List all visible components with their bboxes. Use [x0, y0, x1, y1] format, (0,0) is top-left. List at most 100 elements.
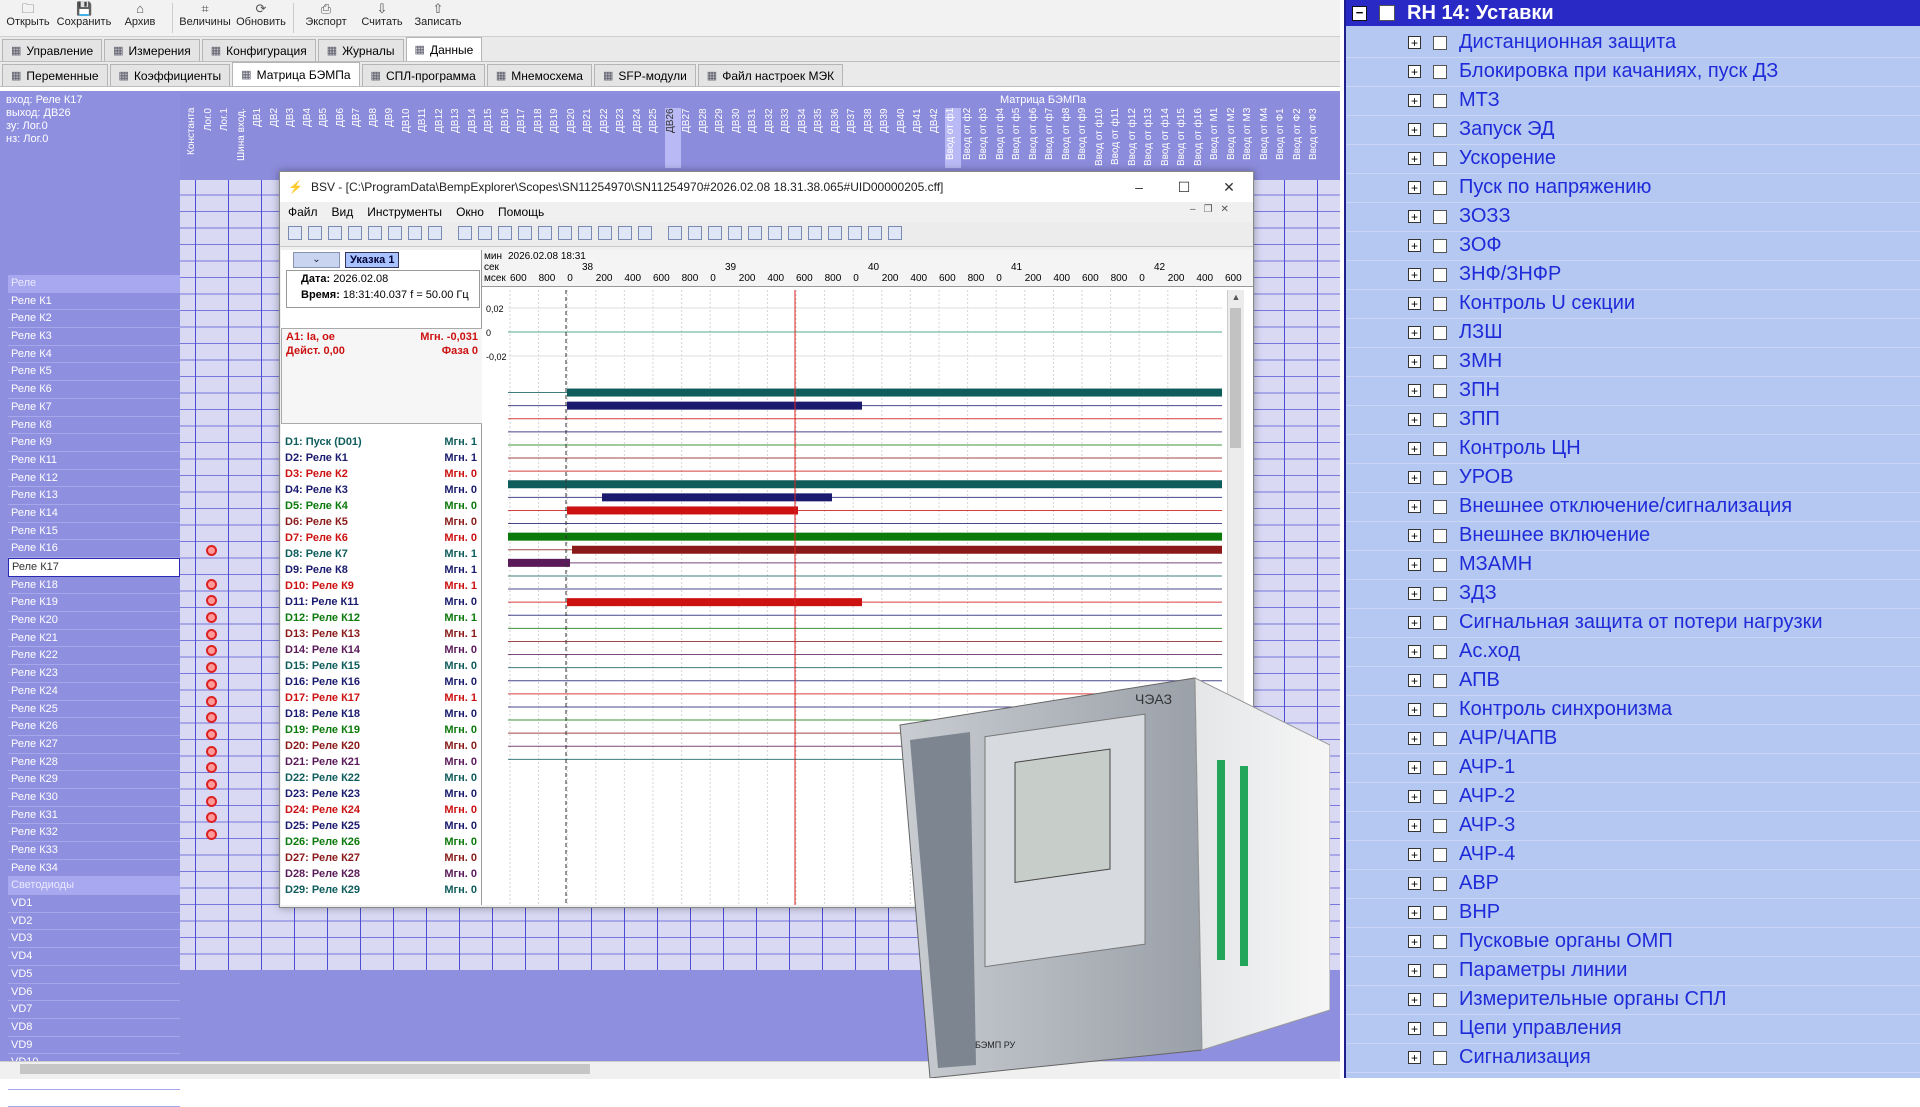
- expand-icon[interactable]: +: [1408, 616, 1421, 629]
- matrix-connection-dot[interactable]: [206, 678, 217, 690]
- horizontal-scrollbar-thumb[interactable]: [20, 1064, 590, 1074]
- toolbar-button-1[interactable]: 💾 Сохранить: [56, 0, 112, 36]
- bsv-tool-icon[interactable]: [308, 226, 322, 240]
- tree-item[interactable]: + АЧР-3: [1346, 811, 1920, 841]
- matrix-column-label[interactable]: ДВ30: [731, 108, 747, 168]
- bsv-tool-icon[interactable]: [748, 226, 762, 240]
- matrix-column-label[interactable]: Константа: [186, 108, 202, 168]
- matrix-row-label[interactable]: Реле: [8, 275, 180, 293]
- bsv-tool-icon[interactable]: [348, 226, 362, 240]
- expand-icon[interactable]: +: [1408, 587, 1421, 600]
- matrix-column-label[interactable]: ДВ12: [434, 108, 450, 168]
- digital-channel-row[interactable]: D17: Реле К17 Мгн. 1: [281, 690, 481, 706]
- vertical-scrollbar-thumb[interactable]: [1230, 308, 1241, 448]
- matrix-row-label[interactable]: VD8: [8, 1019, 180, 1037]
- matrix-row-label[interactable]: VD4: [8, 948, 180, 966]
- matrix-column-label[interactable]: Ввод от ф9: [1077, 108, 1093, 168]
- tree-item[interactable]: + УРОВ: [1346, 463, 1920, 493]
- digital-channel-row[interactable]: D6: Реле К5 Мгн. 0: [281, 514, 481, 530]
- bsv-tool-icon[interactable]: [868, 226, 882, 240]
- toolbar-button-0[interactable]: 🗀 Открыть: [0, 0, 56, 36]
- tree-item[interactable]: + Ас.ход: [1346, 637, 1920, 667]
- digital-channel-row[interactable]: D1: Пуск (D01) Мгн. 1: [281, 434, 481, 450]
- matrix-column-label[interactable]: Ввод от ф15: [1176, 108, 1192, 168]
- tree-item-checkbox[interactable]: [1433, 412, 1447, 427]
- tree-item[interactable]: + АЧР-2: [1346, 782, 1920, 812]
- matrix-column-label[interactable]: ДВ37: [846, 108, 862, 168]
- bsv-tool-icon[interactable]: [788, 226, 802, 240]
- matrix-connection-dot[interactable]: [206, 695, 217, 707]
- matrix-column-label[interactable]: ДВ29: [714, 108, 730, 168]
- matrix-column-label[interactable]: Ввод от ф6: [1028, 108, 1044, 168]
- expand-icon[interactable]: +: [1408, 326, 1421, 339]
- bsv-tool-icon[interactable]: [848, 226, 862, 240]
- tree-item[interactable]: + АЧР-1: [1346, 753, 1920, 783]
- bsv-tool-icon[interactable]: [538, 226, 552, 240]
- digital-channel-row[interactable]: D22: Реле К22 Мгн. 0: [281, 770, 481, 786]
- bsv-tool-icon[interactable]: [708, 226, 722, 240]
- expand-icon[interactable]: +: [1408, 790, 1421, 803]
- matrix-column-label[interactable]: ДВ35: [813, 108, 829, 168]
- bsv-tool-icon[interactable]: [458, 226, 472, 240]
- tree-item[interactable]: + Контроль U секции: [1346, 289, 1920, 319]
- matrix-column-label[interactable]: ДВ16: [500, 108, 516, 168]
- digital-channel-row[interactable]: D7: Реле К6 Мгн. 0: [281, 530, 481, 546]
- tree-item-checkbox[interactable]: [1433, 615, 1447, 630]
- digital-channel-row[interactable]: D24: Реле К24 Мгн. 0: [281, 802, 481, 818]
- expand-icon[interactable]: +: [1408, 36, 1421, 49]
- matrix-connection-dot[interactable]: [206, 628, 217, 640]
- matrix-column-label[interactable]: ДВ39: [879, 108, 895, 168]
- matrix-row-label[interactable]: Реле К21: [8, 630, 180, 648]
- matrix-column-label[interactable]: Ввод от М2: [1226, 108, 1242, 168]
- bsv-tool-icon[interactable]: [768, 226, 782, 240]
- matrix-row-label[interactable]: VD2: [8, 913, 180, 931]
- tree-item[interactable]: + ЗОФ: [1346, 231, 1920, 261]
- matrix-column-label[interactable]: Лог.0: [203, 108, 219, 168]
- bsv-tool-icon[interactable]: [558, 226, 572, 240]
- minimize-icon[interactable]: –: [1116, 172, 1162, 202]
- matrix-column-label[interactable]: Ввод от ф5: [1011, 108, 1027, 168]
- matrix-column-label[interactable]: ДВ41: [912, 108, 928, 168]
- matrix-column-label[interactable]: ДВ26: [664, 108, 681, 168]
- matrix-row-label[interactable]: Реле К30: [8, 789, 180, 807]
- bsv-titlebar[interactable]: ⚡ BSV - [C:\ProgramData\BempExplorer\Sco…: [280, 172, 1253, 202]
- bsv-tool-icon[interactable]: [728, 226, 742, 240]
- bsv-menu-item[interactable]: Вид: [332, 205, 354, 219]
- matrix-column-label[interactable]: ДВ32: [764, 108, 780, 168]
- expand-icon[interactable]: +: [1408, 906, 1421, 919]
- tab-sub-5[interactable]: ▦ SFP-модули: [593, 64, 696, 86]
- tree-item-checkbox[interactable]: [1433, 499, 1447, 514]
- matrix-row-label[interactable]: Реле К31: [8, 807, 180, 825]
- close-icon[interactable]: ✕: [1206, 172, 1252, 202]
- tree-item-checkbox[interactable]: [1433, 528, 1447, 543]
- expand-icon[interactable]: +: [1408, 384, 1421, 397]
- tree-item[interactable]: + Пуск по напряжению: [1346, 173, 1920, 203]
- matrix-column-label[interactable]: ДВ13: [450, 108, 466, 168]
- digital-channel-row[interactable]: D25: Реле К25 Мгн. 0: [281, 818, 481, 834]
- matrix-column-label[interactable]: Ввод от М1: [1209, 108, 1225, 168]
- bsv-menu-item[interactable]: Инструменты: [367, 205, 442, 219]
- matrix-column-label[interactable]: ДВ1: [252, 108, 268, 168]
- matrix-column-label[interactable]: Шина вход.: [236, 108, 252, 168]
- tree-item-checkbox[interactable]: [1433, 122, 1447, 137]
- toolbar-button-7[interactable]: ⇧ Записать: [410, 0, 466, 36]
- toolbar-button-5[interactable]: ⎙ Экспорт: [298, 0, 354, 36]
- matrix-row-label[interactable]: Реле К28: [8, 754, 180, 772]
- bsv-tool-icon[interactable]: [638, 226, 652, 240]
- tree-item[interactable]: + ЗПН: [1346, 376, 1920, 406]
- matrix-column-label[interactable]: Ввод от Ф3: [1308, 108, 1324, 168]
- digital-channel-row[interactable]: D3: Реле К2 Мгн. 0: [281, 466, 481, 482]
- matrix-column-label[interactable]: ДВ6: [335, 108, 351, 168]
- expand-icon[interactable]: +: [1408, 471, 1421, 484]
- matrix-column-label[interactable]: Ввод от ф11: [1110, 108, 1126, 168]
- matrix-column-label[interactable]: ДВ8: [368, 108, 384, 168]
- tree-item[interactable]: + Контроль синхронизма: [1346, 695, 1920, 725]
- digital-channel-row[interactable]: D14: Реле К14 Мгн. 0: [281, 642, 481, 658]
- expand-icon[interactable]: +: [1408, 848, 1421, 861]
- tree-item-checkbox[interactable]: [1433, 731, 1447, 746]
- tree-item[interactable]: + Запуск ЭД: [1346, 115, 1920, 145]
- matrix-row-label[interactable]: Реле К6: [8, 381, 180, 399]
- expand-icon[interactable]: +: [1408, 123, 1421, 136]
- tree-item-checkbox[interactable]: [1433, 847, 1447, 862]
- child-restore-icon[interactable]: ❐: [1204, 204, 1213, 215]
